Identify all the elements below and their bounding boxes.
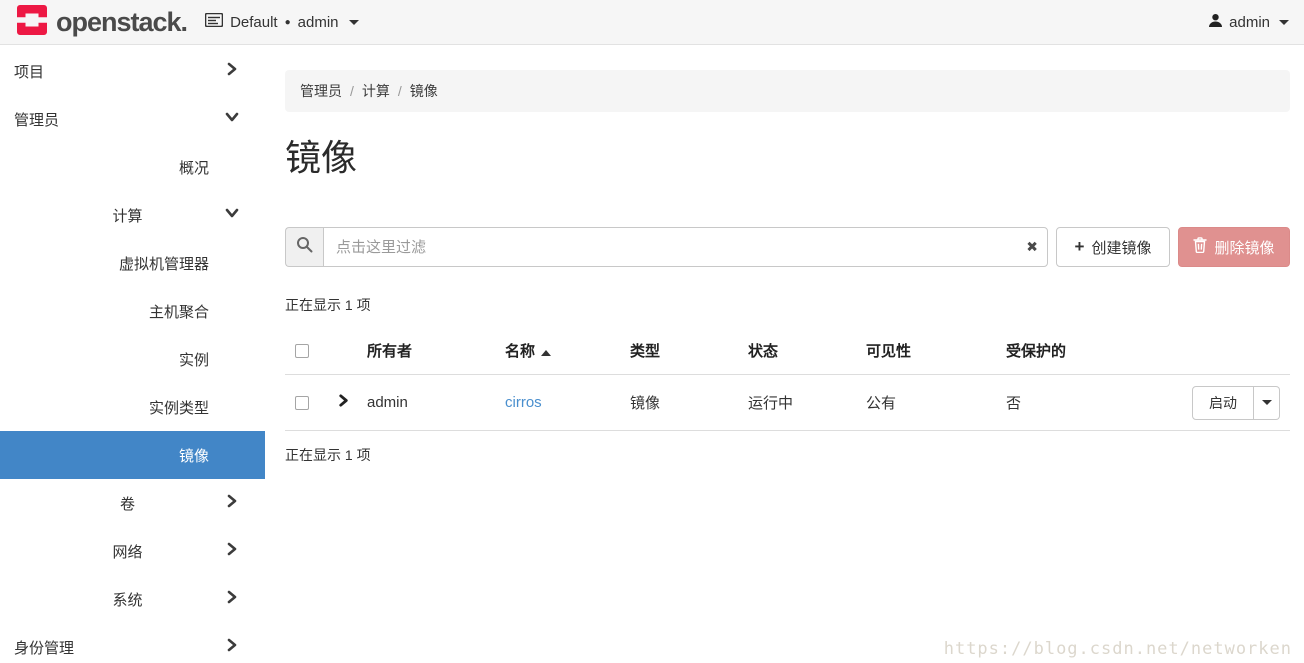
- breadcrumb-admin[interactable]: 管理员: [300, 81, 342, 101]
- chevron-right-icon: [225, 542, 265, 560]
- sidebar-item-system[interactable]: 系统: [0, 575, 265, 623]
- sidebar-item-images[interactable]: 镜像: [0, 431, 265, 479]
- sidebar-item-flavors[interactable]: 实例类型: [0, 383, 265, 431]
- sidebar-item-hypervisors[interactable]: 虚拟机管理器: [0, 239, 265, 287]
- row-actions-dropdown-toggle[interactable]: [1254, 386, 1280, 420]
- context-project: admin: [298, 14, 339, 31]
- delete-image-button[interactable]: 删除镜像: [1178, 227, 1290, 267]
- sort-ascending-icon: [541, 350, 551, 356]
- openstack-logo-icon: [15, 3, 49, 42]
- chevron-down-icon: [225, 206, 265, 224]
- breadcrumb-images: 镜像: [410, 81, 438, 101]
- openstack-brand[interactable]: openstack.: [15, 3, 187, 42]
- column-protected[interactable]: 受保护的: [996, 327, 1156, 375]
- brand-wordmark: openstack.: [56, 7, 187, 38]
- filter-input[interactable]: [323, 227, 1048, 267]
- column-status[interactable]: 状态: [738, 327, 856, 375]
- column-type[interactable]: 类型: [620, 327, 738, 375]
- clear-filter-icon[interactable]: ✖: [1026, 239, 1038, 256]
- column-name[interactable]: 名称: [495, 327, 620, 375]
- context-separator-dot: ●: [285, 17, 291, 28]
- caret-down-icon: [1279, 20, 1289, 25]
- images-table: 所有者 名称 类型 状态 可见性 受保护的 admin cirros: [285, 327, 1290, 431]
- sidebar-item-compute[interactable]: 计算: [0, 191, 265, 239]
- chevron-right-icon: [225, 638, 265, 656]
- items-count-top: 正在显示 1 项: [285, 295, 1290, 315]
- user-menu[interactable]: admin: [1208, 13, 1289, 32]
- cell-status: 运行中: [738, 375, 856, 431]
- search-icon-button[interactable]: [285, 227, 323, 267]
- cell-owner: admin: [357, 375, 495, 431]
- items-count-bottom: 正在显示 1 项: [285, 431, 1290, 479]
- user-name: admin: [1229, 14, 1270, 31]
- user-icon: [1208, 13, 1223, 32]
- image-name-link[interactable]: cirros: [505, 394, 542, 411]
- breadcrumb-compute[interactable]: 计算: [362, 81, 390, 101]
- csdn-watermark: https://blog.csdn.net/networken: [944, 639, 1292, 659]
- launch-button[interactable]: 启动: [1192, 386, 1254, 420]
- caret-down-icon: [1262, 400, 1272, 405]
- filter-search-group: ✖: [285, 227, 1048, 267]
- filter-toolbar: ✖ + 创建镜像 删除镜像: [285, 227, 1290, 267]
- chevron-right-icon: [225, 494, 265, 512]
- row-action-split-button: 启动: [1192, 386, 1280, 420]
- sidebar-item-network[interactable]: 网络: [0, 527, 265, 575]
- cell-type: 镜像: [620, 375, 738, 431]
- context-switcher[interactable]: Default ● admin: [205, 13, 358, 31]
- chevron-right-icon: [225, 62, 265, 80]
- caret-down-icon: [349, 20, 359, 25]
- plus-icon: +: [1075, 237, 1085, 257]
- trash-icon: [1193, 237, 1207, 257]
- sidebar-item-volumes[interactable]: 卷: [0, 479, 265, 527]
- search-icon: [296, 236, 313, 258]
- sidebar-item-project[interactable]: 项目: [0, 47, 265, 95]
- table-row: admin cirros 镜像 运行中 公有 否 启动: [285, 375, 1290, 431]
- table-header-row: 所有者 名称 类型 状态 可见性 受保护的: [285, 327, 1290, 375]
- sidebar-nav: 项目 管理员 概况 计算 虚拟机管理器 主机聚合 实例 实例类型: [0, 45, 265, 663]
- page-title: 镜像: [285, 134, 1290, 182]
- sidebar-item-host-aggregates[interactable]: 主机聚合: [0, 287, 265, 335]
- create-image-button[interactable]: + 创建镜像: [1056, 227, 1170, 267]
- row-checkbox[interactable]: [295, 396, 309, 410]
- row-expander-icon[interactable]: [327, 375, 357, 431]
- domain-icon: [205, 13, 223, 31]
- sidebar-item-identity[interactable]: 身份管理: [0, 623, 265, 663]
- main-content: 管理员 / 计算 / 镜像 镜像 ✖ + 创建镜像: [265, 45, 1304, 663]
- cell-visibility: 公有: [856, 375, 996, 431]
- context-domain: Default: [230, 14, 278, 31]
- select-all-checkbox[interactable]: [295, 344, 309, 358]
- top-navbar: openstack. Default ● admin admin: [0, 0, 1304, 45]
- column-owner[interactable]: 所有者: [357, 327, 495, 375]
- sidebar-item-instances[interactable]: 实例: [0, 335, 265, 383]
- column-visibility[interactable]: 可见性: [856, 327, 996, 375]
- cell-protected: 否: [996, 375, 1156, 431]
- breadcrumb: 管理员 / 计算 / 镜像: [285, 70, 1290, 112]
- chevron-right-icon: [225, 590, 265, 608]
- sidebar-item-overview[interactable]: 概况: [0, 143, 265, 191]
- chevron-down-icon: [225, 110, 265, 128]
- sidebar-item-admin[interactable]: 管理员: [0, 95, 265, 143]
